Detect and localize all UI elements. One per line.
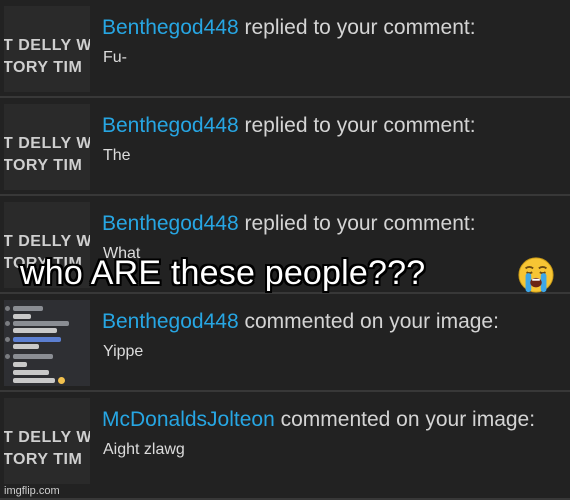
notification-feed: T DELLY W TORY TIM Benthegod448 replied … <box>0 0 570 500</box>
chat-line <box>13 354 53 359</box>
notification-header: Benthegod448 commented on your image: <box>102 310 499 334</box>
chat-line <box>13 344 39 349</box>
chat-avatar-dot <box>5 337 10 342</box>
meme-caption: who ARE these people??? <box>20 254 426 292</box>
chat-line <box>13 321 69 326</box>
thumbnail-text-line1: T DELLY W <box>4 135 90 152</box>
thumbnail-text-line1: T DELLY W <box>4 37 90 54</box>
thumbnail-text-line2: TORY TIM <box>4 451 83 468</box>
chat-avatar-dot <box>5 306 10 311</box>
thumbnail-text-line1: T DELLY W <box>4 233 90 250</box>
image-thumbnail[interactable]: T DELLY W TORY TIM <box>4 6 90 92</box>
notification-header: McDonaldsJolteon commented on your image… <box>102 408 535 432</box>
notification-message: Fu- <box>103 49 127 66</box>
username-link[interactable]: Benthegod448 <box>102 212 239 235</box>
chat-line <box>13 378 55 383</box>
chat-avatar-dot <box>5 354 10 359</box>
thumbnail-text-line2: TORY TIM <box>4 157 83 174</box>
notification-action: replied to your comment: <box>238 114 476 137</box>
notification-action: replied to your comment: <box>238 16 476 39</box>
chat-line <box>13 362 27 367</box>
notification-header: Benthegod448 replied to your comment: <box>102 212 476 236</box>
username-link[interactable]: Benthegod448 <box>102 310 239 333</box>
chat-line <box>13 370 49 375</box>
image-thumbnail[interactable]: T DELLY W TORY TIM <box>4 398 90 484</box>
chat-screenshot-thumbnail[interactable] <box>4 300 90 386</box>
notification-item[interactable]: Benthegod448 commented on your image: Yi… <box>0 294 570 392</box>
emoji-icon <box>58 377 65 384</box>
chat-avatar-dot <box>5 321 10 326</box>
username-link[interactable]: McDonaldsJolteon <box>102 408 275 431</box>
notification-action: commented on your image: <box>274 408 536 431</box>
chat-line <box>13 314 31 319</box>
username-link[interactable]: Benthegod448 <box>102 16 239 39</box>
notification-message: Aight zlawg <box>103 441 185 458</box>
thumbnail-text-line2: TORY TIM <box>4 59 83 76</box>
crying-face-emoji-icon <box>518 257 554 293</box>
notification-header: Benthegod448 replied to your comment: <box>102 114 476 138</box>
notification-header: Benthegod448 replied to your comment: <box>102 16 476 40</box>
notification-item[interactable]: T DELLY W TORY TIM McDonaldsJolteon comm… <box>0 392 570 500</box>
chat-line <box>13 337 61 342</box>
chat-line <box>13 306 43 311</box>
imgflip-watermark: imgflip.com <box>4 485 60 497</box>
notification-action: replied to your comment: <box>238 212 476 235</box>
notification-item[interactable]: T DELLY W TORY TIM Benthegod448 replied … <box>0 0 570 98</box>
image-thumbnail[interactable]: T DELLY W TORY TIM <box>4 104 90 190</box>
notification-action: commented on your image: <box>238 310 499 333</box>
notification-item[interactable]: T DELLY W TORY TIM Benthegod448 replied … <box>0 98 570 196</box>
thumbnail-text-line1: T DELLY W <box>4 429 90 446</box>
notification-message: Yippe <box>103 343 144 360</box>
notification-message: The <box>103 147 131 164</box>
chat-line <box>13 328 57 333</box>
username-link[interactable]: Benthegod448 <box>102 114 239 137</box>
